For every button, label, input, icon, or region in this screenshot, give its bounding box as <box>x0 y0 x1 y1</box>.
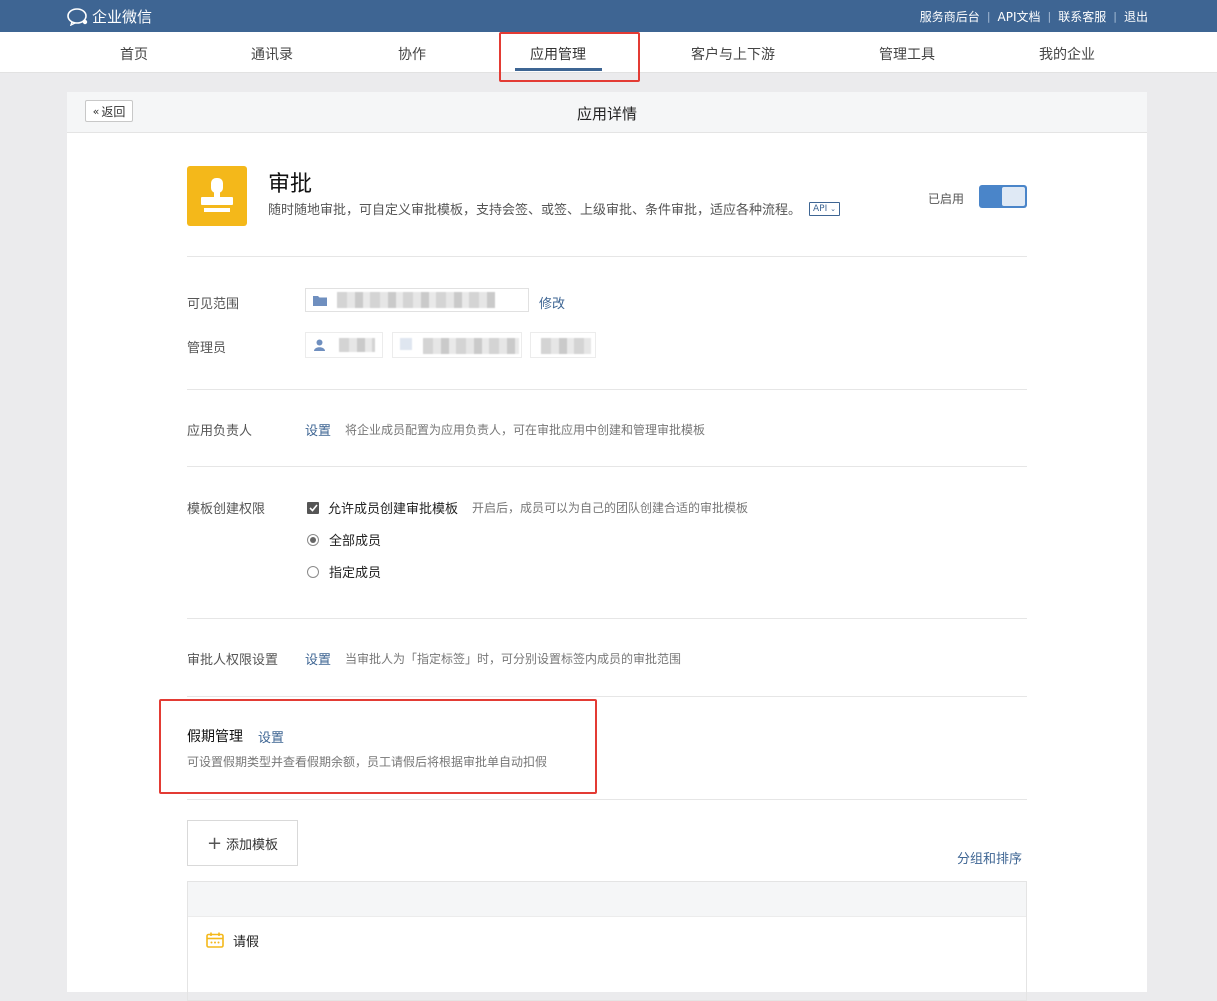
back-label: 返回 <box>101 104 126 119</box>
folder-icon <box>313 296 327 306</box>
edit-visibility-link[interactable]: 修改 <box>539 293 565 312</box>
app-status-label: 已启用 <box>928 192 965 206</box>
chevron-down-icon: ⌄ <box>830 204 837 213</box>
approval-app-icon <box>187 166 247 226</box>
template-list-header <box>188 882 1026 917</box>
app-enabled-toggle[interactable] <box>979 185 1027 208</box>
visibility-label: 可见范围 <box>187 297 240 312</box>
radio-all-members[interactable] <box>307 533 319 546</box>
stamp-icon <box>201 178 233 212</box>
add-template-label: 添加模板 <box>226 837 279 853</box>
divider <box>187 799 1027 800</box>
top-bar: 企业微信 服务商后台 | API文档 | 联系客服 | 退出 <box>0 0 1217 32</box>
approver-permission-row: 设置 当审批人为「指定标签」时，可分别设置标签内成员的审批范围 <box>305 649 681 668</box>
option-specific-members[interactable]: 指定成员 <box>307 562 381 581</box>
allow-members-create-row: 允许成员创建审批模板 开启后，成员可以为自己的团队创建合适的审批模板 <box>307 498 748 517</box>
approver-permission-hint: 当审批人为「指定标签」时，可分别设置标签内成员的审批范围 <box>345 652 682 666</box>
separator: | <box>1113 10 1117 23</box>
redacted-department <box>337 292 495 308</box>
app-description: 随时随地审批，可自定义审批模板，支持会签、或签、上级审批、条件审批，适应各种流程… <box>268 199 841 218</box>
api-tag-label: API <box>813 203 828 214</box>
set-approver-permission-link[interactable]: 设置 <box>305 649 331 668</box>
template-item[interactable]: 请假 <box>188 917 1026 963</box>
template-item-label: 请假 <box>233 934 260 950</box>
plus-icon: + <box>206 832 223 854</box>
admin-chip[interactable] <box>392 332 522 358</box>
highlight-box <box>499 32 640 82</box>
app-name: 审批 <box>268 172 313 197</box>
owner-label: 应用负责人 <box>187 424 253 439</box>
approver-permission-label: 审批人权限设置 <box>187 653 279 668</box>
contact-support-link[interactable]: 联系客服 <box>1058 8 1106 25</box>
back-button[interactable]: « 返回 <box>85 100 133 122</box>
visibility-field[interactable] <box>305 288 529 312</box>
nav-item-home[interactable]: 首页 <box>120 44 148 64</box>
toggle-knob <box>1002 187 1025 206</box>
nav-item-contacts[interactable]: 通讯录 <box>251 44 293 64</box>
separator: | <box>986 10 991 23</box>
radio-dot <box>310 536 316 543</box>
api-docs-link[interactable]: API文档 <box>998 8 1041 25</box>
owner-row: 设置 将企业成员配置为应用负责人，可在审批应用中创建和管理审批模板 <box>305 420 705 439</box>
api-dropdown[interactable]: API ⌄ <box>809 201 841 216</box>
redacted-admin-name <box>541 338 591 354</box>
logout-link[interactable]: 退出 <box>1124 8 1148 25</box>
calendar-icon <box>206 932 224 948</box>
app-detail-card: 应用详情 « 返回 审批 随时随地审批，可自定义审批模板，支持会签、或签、上级审… <box>67 92 1147 1001</box>
template-list: 请假 <box>187 881 1027 1001</box>
service-provider-link[interactable]: 服务商后台 <box>920 8 980 25</box>
page-title: 应用详情 <box>576 105 637 123</box>
allow-create-hint: 开启后，成员可以为自己的团队创建合适的审批模板 <box>472 501 749 515</box>
nav-item-collaboration[interactable]: 协作 <box>398 44 426 64</box>
add-template-button[interactable]: + 添加模板 <box>187 820 298 866</box>
option-all-members[interactable]: 全部成员 <box>307 530 381 549</box>
redacted-admin-name <box>423 338 519 354</box>
redacted-admin-name <box>339 338 375 352</box>
checkmark-icon <box>308 503 318 512</box>
set-owner-link[interactable]: 设置 <box>305 420 331 439</box>
wecom-logo-icon <box>67 7 88 26</box>
group-and-sort-link[interactable]: 分组和排序 <box>957 848 1022 867</box>
redacted-avatar <box>400 338 412 350</box>
allow-create-checkbox[interactable] <box>307 501 319 514</box>
divider <box>187 618 1027 619</box>
radio-specific-members[interactable] <box>307 565 319 578</box>
person-icon <box>314 339 325 351</box>
allow-create-label: 允许成员创建审批模板 <box>328 502 459 517</box>
brand[interactable]: 企业微信 <box>67 6 152 27</box>
admins-label: 管理员 <box>187 341 227 356</box>
highlight-box <box>159 699 597 794</box>
double-chevron-left-icon: « <box>92 104 100 118</box>
divider <box>187 466 1027 467</box>
divider <box>187 696 1027 697</box>
option-all-members-label: 全部成员 <box>329 534 382 549</box>
option-specific-members-label: 指定成员 <box>329 566 382 581</box>
top-links: 服务商后台 | API文档 | 联系客服 | 退出 <box>920 8 1148 25</box>
brand-name: 企业微信 <box>92 8 153 26</box>
app-description-text: 随时随地审批，可自定义审批模板，支持会签、或签、上级审批、条件审批，适应各种流程… <box>268 203 802 218</box>
divider <box>187 256 1027 257</box>
nav-item-customers[interactable]: 客户与上下游 <box>691 44 775 64</box>
divider <box>187 389 1027 390</box>
nav-item-my-company[interactable]: 我的企业 <box>1039 44 1095 64</box>
template-permission-label: 模板创建权限 <box>187 502 266 517</box>
card-header: 应用详情 « 返回 <box>67 92 1147 133</box>
owner-hint: 将企业成员配置为应用负责人，可在审批应用中创建和管理审批模板 <box>345 423 706 437</box>
nav-item-management-tools[interactable]: 管理工具 <box>879 44 935 64</box>
admin-chip[interactable] <box>530 332 596 358</box>
admin-chip[interactable] <box>305 332 383 358</box>
separator: | <box>1047 10 1052 23</box>
